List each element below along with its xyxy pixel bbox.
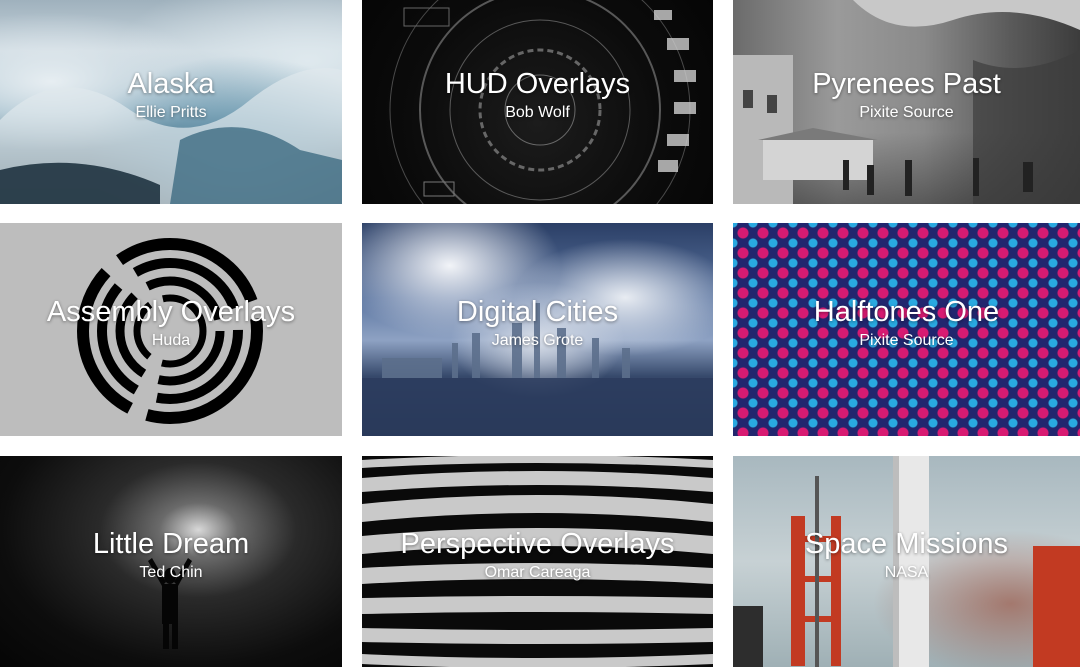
collection-card-space-missions[interactable]: Space Missions NASA xyxy=(733,456,1080,667)
collection-thumbnail xyxy=(733,0,1080,204)
collection-card-perspective-overlays[interactable]: Perspective Overlays Omar Careaga xyxy=(362,456,713,667)
collection-card-pyrenees-past[interactable]: Pyrenees Past Pixite Source xyxy=(733,0,1080,204)
collection-card-little-dream[interactable]: Little Dream Ted Chin xyxy=(0,456,342,667)
collection-thumbnail xyxy=(733,223,1080,436)
collection-thumbnail xyxy=(362,223,713,436)
collection-thumbnail xyxy=(733,456,1080,667)
collection-thumbnail xyxy=(362,456,713,667)
collection-card-digital-cities[interactable]: Digital Cities James Grote xyxy=(362,223,713,436)
collection-card-assembly-overlays[interactable]: Assembly Overlays Huda xyxy=(0,223,342,436)
collection-card-alaska[interactable]: Alaska Ellie Pritts xyxy=(0,0,342,204)
collection-thumbnail xyxy=(362,0,713,204)
collection-thumbnail xyxy=(0,456,342,667)
collection-thumbnail xyxy=(0,0,342,204)
collection-card-hud-overlays[interactable]: HUD Overlays Bob Wolf xyxy=(362,0,713,204)
collection-thumbnail xyxy=(0,223,342,436)
collection-card-halftones-one[interactable]: Halftones One Pixite Source xyxy=(733,223,1080,436)
